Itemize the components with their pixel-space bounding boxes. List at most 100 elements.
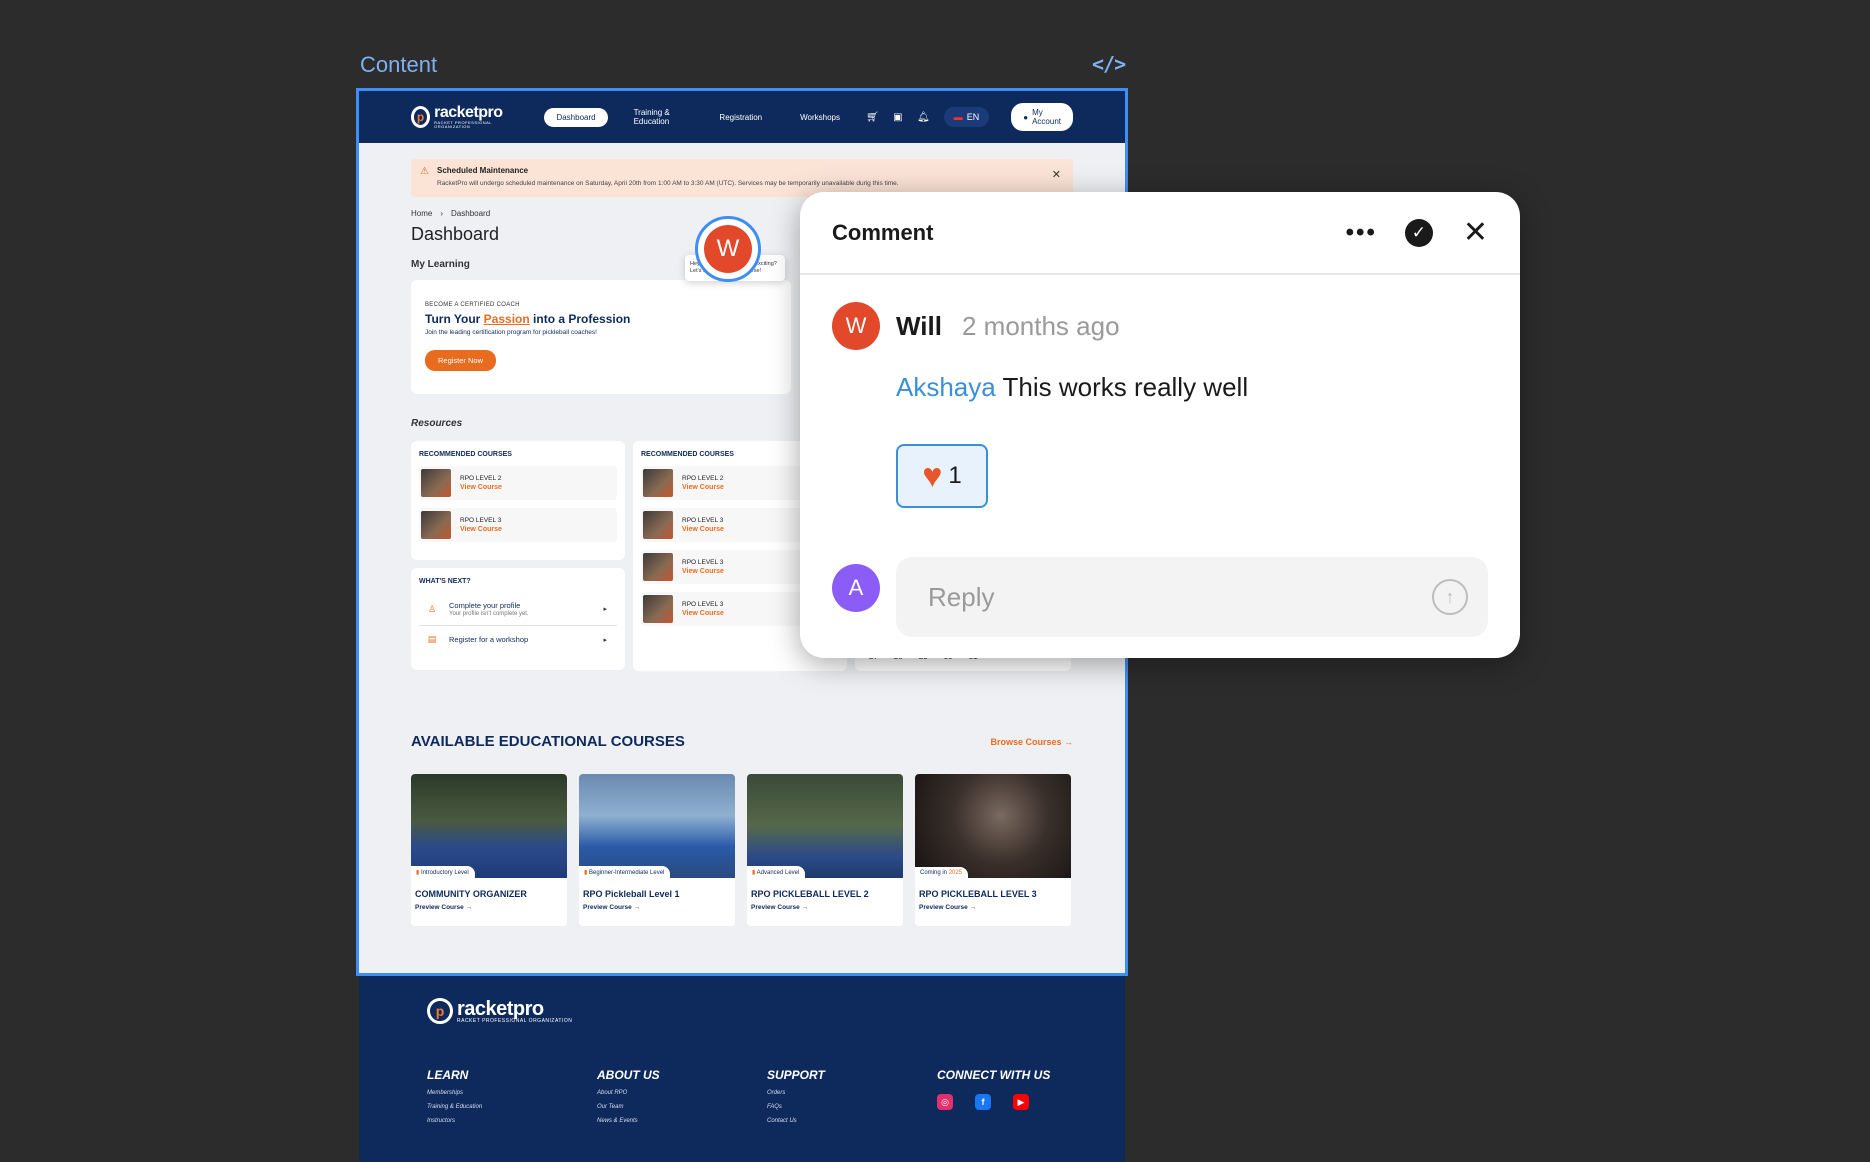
footer-about: ABOUT US About RPO Our Team News & Event… — [597, 1068, 660, 1124]
preview-label: Preview Course — [751, 904, 800, 911]
comment-pin[interactable]: W — [695, 216, 761, 282]
close-icon[interactable]: ✕ — [1463, 217, 1488, 248]
footer-link[interactable]: Training & Education — [427, 1104, 482, 1110]
register-now-button[interactable]: Register Now — [425, 350, 497, 371]
logo-mark-icon: p — [427, 998, 453, 1024]
nav-registration[interactable]: Registration — [707, 108, 774, 127]
footer-learn: LEARN Memberships Training & Education I… — [427, 1068, 482, 1124]
list-item[interactable]: RPO LEVEL 2 View Course — [419, 466, 617, 500]
card-title: RECOMMENDED COURSES — [419, 451, 512, 458]
course-thumbnail — [643, 511, 673, 539]
banner-kicker: BECOME A CERTIFIED COACH — [425, 302, 520, 308]
footer-link[interactable]: News & Events — [597, 1118, 660, 1124]
footer-link[interactable]: FAQs — [767, 1104, 825, 1110]
social-links: ◎ f ▶ — [937, 1094, 1050, 1110]
arrow-right-icon: → — [969, 904, 977, 911]
comment-popup: Comment ••• ✓ ✕ W Will 2 months ago Aksh… — [800, 192, 1520, 658]
course-card[interactable]: ▮ Introductory Level COMMUNITY ORGANIZER… — [411, 774, 567, 926]
resolve-check-icon[interactable]: ✓ — [1404, 218, 1433, 247]
comment-header: Comment ••• ✓ ✕ — [800, 192, 1520, 275]
recommended-courses-card: RECOMMENDED COURSES RPO LEVEL 2 View Cour… — [411, 441, 625, 560]
send-arrow-icon[interactable]: ↑ — [1432, 579, 1468, 615]
footer-link[interactable]: Contact Us — [767, 1118, 825, 1124]
preview-course-link[interactable]: Preview Course → — [411, 899, 567, 911]
course-name: RPO Pickleball Level 1 — [583, 889, 680, 899]
course-name: RPO LEVEL 3 — [682, 517, 724, 524]
footer-heading: LEARN — [427, 1068, 469, 1082]
card-title: WHAT'S NEXT? — [419, 578, 471, 585]
arrow-right-icon: → — [633, 904, 641, 911]
more-options-icon[interactable]: ••• — [1346, 219, 1377, 247]
footer-link[interactable]: Our Team — [597, 1104, 660, 1110]
course-card[interactable]: Coming in 2025 RPO PICKLEBALL LEVEL 3 Pr… — [915, 774, 1071, 926]
course-name: RPO PICKLEBALL LEVEL 3 — [919, 889, 1037, 899]
logo[interactable]: p racketpro RACKET PROFESSIONAL ORGANIZA… — [411, 105, 512, 129]
comment-text: This works really well — [995, 372, 1249, 402]
cart-icon[interactable]: 🛒︎ — [866, 112, 879, 123]
youtube-icon[interactable]: ▶ — [1013, 1094, 1029, 1110]
browse-courses-link[interactable]: Browse Courses → — [990, 737, 1073, 747]
course-thumbnail — [643, 595, 673, 623]
mention[interactable]: Akshaya — [896, 372, 996, 402]
comment-title: Comment — [832, 219, 934, 245]
nav-workshops[interactable]: Workshops — [788, 108, 852, 127]
calendar-icon[interactable]: ▣ — [893, 112, 903, 123]
course-image: ▮ Beginner-Intermediate Level — [579, 774, 735, 878]
comment-meta: W Will 2 months ago — [832, 302, 1120, 350]
language-selector[interactable]: ▬ EN — [943, 107, 990, 127]
footer-link[interactable]: About RPO — [597, 1090, 660, 1096]
course-thumbnail — [643, 553, 673, 581]
view-course-link[interactable]: View Course — [682, 610, 724, 617]
browse-label: Browse Courses — [990, 736, 1062, 747]
heart-reaction[interactable]: ♥ 1 — [896, 444, 988, 508]
course-name: RPO LEVEL 2 — [682, 475, 724, 482]
close-icon[interactable]: ✕ — [1052, 168, 1061, 181]
user-icon: ♙ — [427, 603, 437, 614]
footer-link[interactable]: Memberships — [427, 1090, 482, 1096]
course-name: RPO LEVEL 3 — [682, 601, 724, 608]
next-item-workshop[interactable]: ▤ Register for a workshop ▸ — [419, 626, 617, 653]
heart-icon: ♥ — [922, 457, 943, 495]
view-course-link[interactable]: View Course — [460, 484, 502, 491]
footer-link[interactable]: Instructors — [427, 1118, 482, 1124]
view-course-link[interactable]: View Course — [460, 526, 502, 533]
breadcrumb-home[interactable]: Home — [411, 209, 432, 218]
course-card[interactable]: ▮ Advanced Level RPO PICKLEBALL LEVEL 2 … — [747, 774, 903, 926]
footer-link[interactable]: Orders — [767, 1090, 825, 1096]
view-course-link[interactable]: View Course — [682, 484, 724, 491]
course-name: RPO LEVEL 3 — [682, 559, 724, 566]
level-badge: ▮ Introductory Level — [411, 866, 475, 878]
frame-label[interactable]: Content — [360, 52, 437, 78]
reply-input[interactable]: Reply ↑ — [896, 557, 1488, 637]
list-item[interactable]: RPO LEVEL 3 View Course — [419, 508, 617, 542]
bell-icon[interactable]: 🔔︎ — [917, 112, 930, 123]
my-account-button[interactable]: ● My Account — [1011, 103, 1073, 131]
footer-logo[interactable]: p racketpro RACKET PROFESSIONAL ORGANIZA… — [427, 998, 572, 1024]
logo-name: racketpro — [457, 997, 544, 1020]
nav-dashboard[interactable]: Dashboard — [544, 107, 608, 127]
instagram-icon[interactable]: ◎ — [937, 1094, 953, 1110]
whats-next-card: WHAT'S NEXT? ♙ Complete your profile Your… — [411, 568, 625, 670]
bar-chart-icon: ▮ — [416, 870, 420, 876]
level-badge: ▮ Beginner-Intermediate Level — [579, 866, 671, 878]
breadcrumb-current: Dashboard — [451, 209, 491, 218]
view-course-link[interactable]: View Course — [682, 526, 724, 533]
next-item-profile[interactable]: ♙ Complete your profile Your profile isn'… — [419, 593, 617, 626]
app-header: p racketpro RACKET PROFESSIONAL ORGANIZA… — [359, 91, 1125, 143]
logo-name: racketpro — [434, 104, 503, 121]
caret-right-icon: ▸ — [603, 636, 607, 644]
preview-course-link[interactable]: Preview Course → — [915, 899, 1071, 911]
course-card[interactable]: ▮ Beginner-Intermediate Level RPO Pickle… — [579, 774, 735, 926]
preview-course-link[interactable]: Preview Course → — [579, 899, 735, 911]
comment-author: Will — [896, 310, 942, 341]
course-thumbnail — [643, 469, 673, 497]
footer-heading: CONNECT WITH US — [937, 1068, 1051, 1082]
code-icon[interactable]: </> — [1092, 52, 1126, 76]
next-item-sub: Your profile isn't complete yet. — [449, 611, 529, 617]
headline-post: into a Profession — [529, 312, 631, 326]
facebook-icon[interactable]: f — [975, 1094, 991, 1110]
coach-banner: BECOME A CERTIFIED COACH Turn Your Passi… — [411, 280, 791, 394]
view-course-link[interactable]: View Course — [682, 568, 724, 575]
preview-course-link[interactable]: Preview Course → — [747, 899, 903, 911]
nav-training[interactable]: Training & Education — [622, 103, 694, 131]
